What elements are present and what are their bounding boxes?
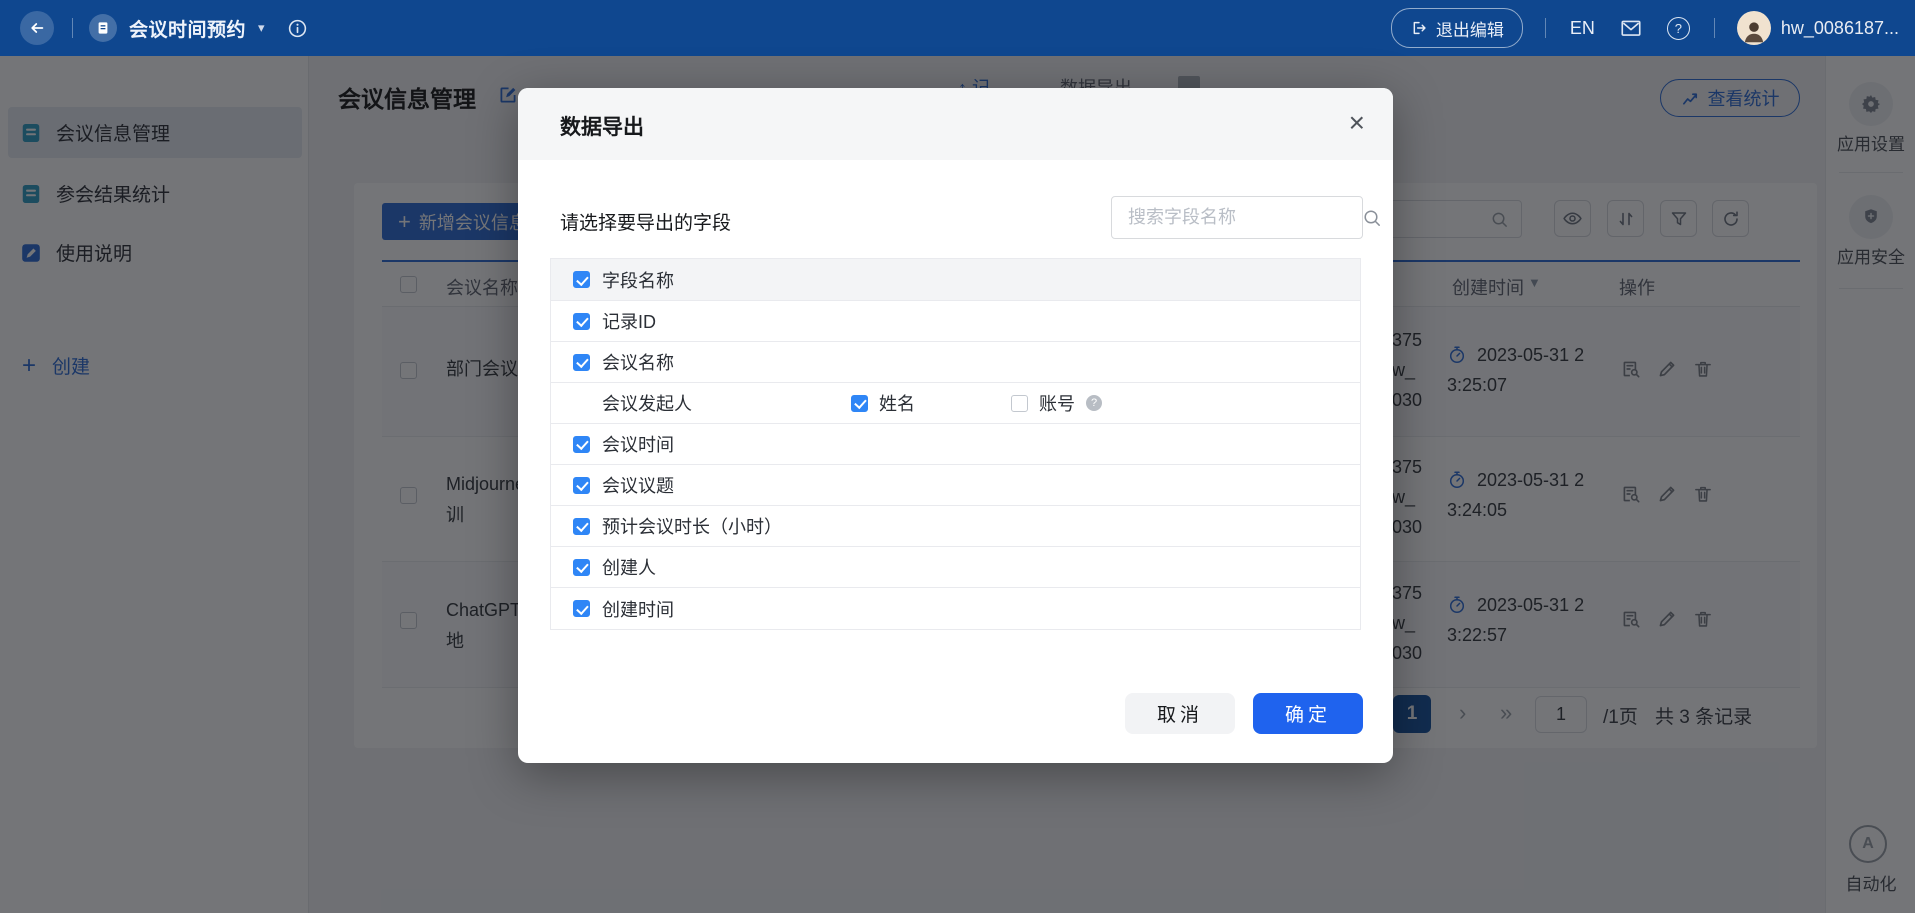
field-label: 记录ID <box>602 308 656 334</box>
field-search-input[interactable] <box>1126 206 1362 229</box>
exit-icon <box>1410 19 1428 37</box>
info-icon[interactable] <box>287 18 308 39</box>
field-checkbox[interactable] <box>573 600 590 617</box>
field-checkbox[interactable] <box>573 559 590 576</box>
export-field-list: 字段名称 记录ID 会议名称 会议发起人 姓名 账号 ? <box>550 258 1361 630</box>
field-select-prompt: 请选择要导出的字段 <box>560 208 731 235</box>
field-checkbox[interactable] <box>851 395 868 412</box>
field-row[interactable]: 会议议题 <box>551 465 1360 506</box>
field-label: 会议时间 <box>602 431 674 457</box>
field-row[interactable]: 记录ID <box>551 301 1360 342</box>
app-title: 会议时间预约 <box>129 15 246 42</box>
mail-icon[interactable] <box>1619 17 1643 39</box>
help-icon[interactable]: ? <box>1086 395 1102 411</box>
field-label: 字段名称 <box>602 267 674 293</box>
field-checkbox[interactable] <box>573 518 590 535</box>
field-row[interactable]: 会议时间 <box>551 424 1360 465</box>
divider <box>1545 18 1546 38</box>
field-row[interactable]: 会议名称 <box>551 342 1360 383</box>
back-button[interactable] <box>20 11 54 45</box>
field-label: 创建人 <box>602 554 656 580</box>
field-label: 创建时间 <box>602 596 674 622</box>
sub-option-name[interactable]: 姓名 <box>851 390 915 416</box>
field-label: 会议议题 <box>602 472 674 498</box>
username[interactable]: hw_0086187... <box>1781 18 1899 39</box>
field-label: 会议名称 <box>602 349 674 375</box>
divider <box>1714 18 1715 38</box>
field-checkbox[interactable] <box>573 354 590 371</box>
modal-header: 数据导出 × <box>518 88 1393 160</box>
field-row[interactable]: 预计会议时长（小时） <box>551 506 1360 547</box>
exit-edit-button[interactable]: 退出编辑 <box>1391 8 1523 48</box>
exit-edit-label: 退出编辑 <box>1436 16 1504 41</box>
field-group-label: 会议发起人 <box>602 390 692 416</box>
search-icon <box>1362 208 1382 228</box>
field-row[interactable]: 创建人 <box>551 547 1360 588</box>
user-avatar[interactable] <box>1737 11 1771 45</box>
top-bar: 会议时间预约 ▾ 退出编辑 EN ? hw_0086187... <box>0 0 1915 56</box>
field-checkbox[interactable] <box>573 313 590 330</box>
field-checkbox[interactable] <box>573 436 590 453</box>
app-root: 会议时间预约 ▾ 退出编辑 EN ? hw_0086187... <box>0 0 1915 913</box>
field-search-box <box>1111 196 1363 239</box>
field-label: 预计会议时长（小时） <box>602 513 782 539</box>
field-row-group: 会议发起人 姓名 账号 ? <box>551 383 1360 424</box>
back-arrow-icon <box>28 19 46 37</box>
field-row[interactable]: 创建时间 <box>551 588 1360 629</box>
help-icon[interactable]: ? <box>1667 17 1690 40</box>
app-switcher-caret-icon[interactable]: ▾ <box>258 20 265 36</box>
app-doc-icon <box>89 14 117 42</box>
close-icon[interactable]: × <box>1349 105 1365 141</box>
modal-title: 数据导出 <box>560 111 644 141</box>
field-checkbox[interactable] <box>573 271 590 288</box>
field-row-header[interactable]: 字段名称 <box>551 259 1360 301</box>
sub-option-account[interactable]: 账号 ? <box>1011 390 1102 416</box>
language-switch[interactable]: EN <box>1570 18 1595 39</box>
sub-option-label: 姓名 <box>879 390 915 416</box>
field-checkbox[interactable] <box>1011 395 1028 412</box>
cancel-button[interactable]: 取消 <box>1125 693 1235 734</box>
sub-option-label: 账号 <box>1039 390 1075 416</box>
confirm-button[interactable]: 确定 <box>1253 693 1363 734</box>
data-export-modal: 数据导出 × 请选择要导出的字段 字段名称 记录ID 会议名称 <box>518 88 1393 763</box>
field-checkbox[interactable] <box>573 477 590 494</box>
divider <box>72 18 73 38</box>
